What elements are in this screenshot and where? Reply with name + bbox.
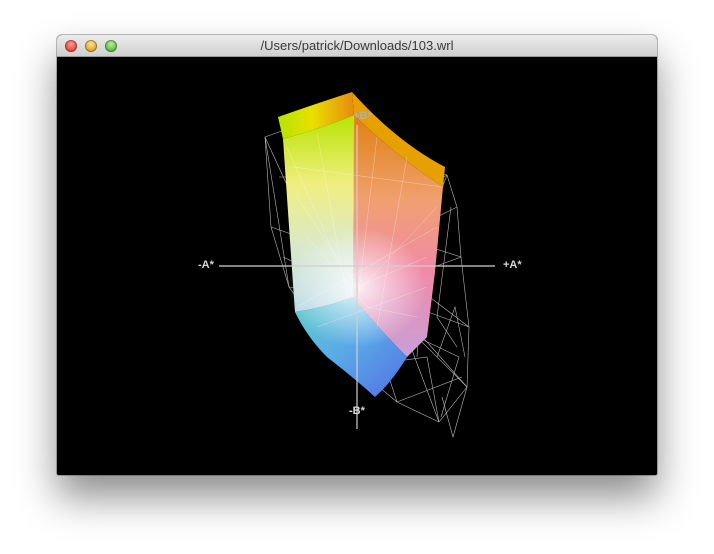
vrml-viewer-window: /Users/patrick/Downloads/103.wrl -A* +A*… — [57, 35, 657, 475]
window-title: /Users/patrick/Downloads/103.wrl — [260, 38, 454, 53]
a-plus-axis-label: +A* — [503, 259, 522, 271]
b-minus-axis-label: -B* — [349, 405, 365, 417]
title-bar[interactable]: /Users/patrick/Downloads/103.wrl — [57, 35, 657, 57]
b-plus-axis-label: +B* — [353, 110, 372, 122]
a-minus-axis-label: -A* — [198, 259, 214, 271]
lab-axes — [219, 125, 495, 429]
3d-viewport[interactable]: -A* +A* +B* -B* — [57, 57, 657, 475]
color-gamut-solid — [278, 92, 445, 397]
